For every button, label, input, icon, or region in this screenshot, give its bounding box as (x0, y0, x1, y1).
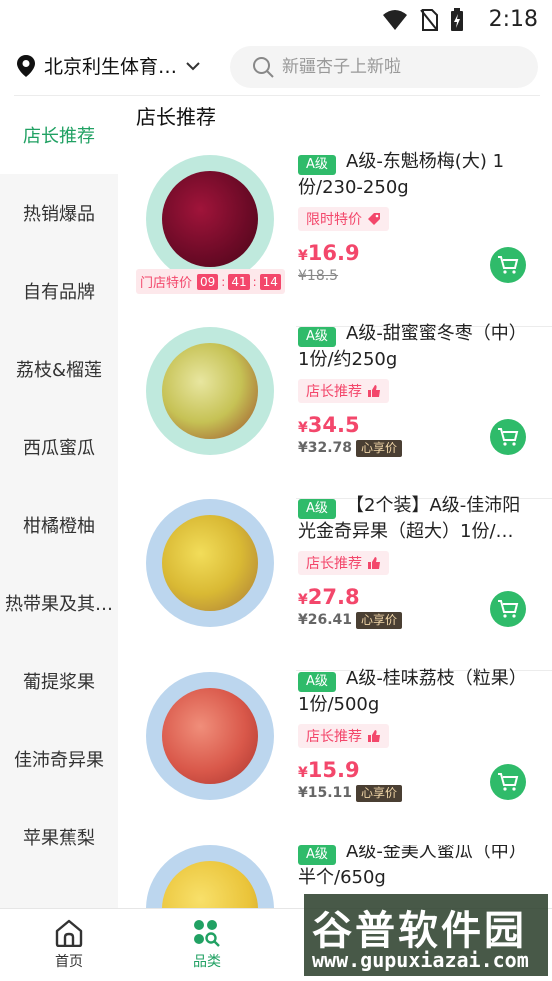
add-to-cart-button[interactable] (490, 419, 526, 455)
status-icons (382, 8, 464, 32)
sidebar-item-grapes-berries[interactable]: 葡提浆果 (0, 642, 118, 720)
promo-tag: 限时特价 (298, 207, 389, 231)
cart-icon (498, 773, 519, 791)
promo-tag-label: 限时特价 (306, 212, 362, 228)
grade-badge: A级 (298, 845, 336, 865)
product-image (146, 499, 274, 627)
flash-sale-label: 门店特价 (140, 276, 193, 291)
nav-category[interactable]: 品类 (138, 919, 276, 971)
promo-tag-label: 店长推荐 (306, 729, 362, 745)
member-price-tag: 心享价 (356, 612, 403, 629)
product-card[interactable]: 【2个装】A级-佳沛阳光金奇异果（超大）1份/… A级 店长推荐 ¥27.8 ¥… (118, 495, 552, 671)
grade-badge: A级 (298, 499, 336, 519)
thumbs-up-icon (368, 557, 380, 569)
sidebar-item-apple-banana-pear[interactable]: 苹果蕉梨 (0, 798, 118, 876)
product-image (146, 155, 274, 283)
add-to-cart-button[interactable] (490, 247, 526, 283)
watermark-overlay: 谷普软件园 www.gupuxiazai.com (304, 894, 548, 976)
countdown-seconds: 14 (259, 273, 281, 290)
member-price: ¥15.11 心享价 (298, 785, 403, 802)
countdown-hours: 09 (197, 273, 219, 290)
price-tag-icon (368, 213, 380, 225)
category-icon (194, 920, 220, 947)
member-price-tag: 心享价 (356, 785, 403, 802)
sidebar-item-kiwi[interactable]: 佳沛奇异果 (0, 720, 118, 798)
search-input[interactable] (282, 57, 512, 77)
no-sim-icon (420, 9, 438, 31)
category-sidebar: 店长推荐 热销爆品 自有品牌 荔枝&榴莲 西瓜蜜瓜 柑橘橙柚 热带果及其… 葡提… (0, 96, 118, 908)
search-icon (253, 57, 274, 78)
thumbs-up-icon (368, 385, 380, 397)
product-image (146, 845, 274, 908)
chevron-down-icon (186, 61, 200, 70)
add-to-cart-button[interactable] (490, 591, 526, 627)
cart-icon (498, 256, 519, 274)
product-image (146, 327, 274, 455)
location-label: 北京利生体育… (44, 56, 178, 78)
sidebar-item-own-brand[interactable]: 自有品牌 (0, 252, 118, 330)
current-price: ¥34.5 (298, 413, 360, 437)
promo-tag: 店长推荐 (298, 551, 389, 575)
status-bar: 2:18 (0, 0, 552, 38)
member-price: ¥32.78 心享价 (298, 440, 403, 457)
grade-badge: A级 (298, 155, 336, 175)
section-title: 店长推荐 (136, 105, 216, 129)
location-pin-icon (17, 54, 35, 77)
watermark-url: www.gupuxiazai.com (312, 948, 529, 972)
sidebar-item-melons[interactable]: 西瓜蜜瓜 (0, 408, 118, 486)
sidebar-item-citrus[interactable]: 柑橘橙柚 (0, 486, 118, 564)
product-image (146, 672, 274, 800)
location-selector[interactable]: 北京利生体育… (16, 52, 201, 79)
battery-icon (451, 8, 463, 31)
cart-icon (498, 600, 519, 618)
grade-badge: A级 (298, 672, 336, 692)
member-price-tag: 心享价 (356, 440, 403, 457)
nav-home[interactable]: 首页 (0, 919, 138, 971)
add-to-cart-button[interactable] (490, 764, 526, 800)
current-price: ¥16.9 (298, 241, 360, 265)
home-icon (55, 919, 83, 947)
nav-home-label: 首页 (55, 954, 83, 970)
sidebar-item-hot-sellers[interactable]: 热销爆品 (0, 174, 118, 252)
search-bar[interactable] (230, 46, 538, 88)
current-price: ¥27.8 (298, 585, 360, 609)
sidebar-item-lychee-durian[interactable]: 荔枝&榴莲 (0, 330, 118, 408)
product-card[interactable]: A级-甜蜜蜜冬枣（中）1份/约250g A级 店长推荐 ¥34.5 ¥32.78… (118, 323, 552, 499)
grade-badge: A级 (298, 327, 336, 347)
original-price: ¥18.5 (298, 268, 339, 284)
header: 北京利生体育… (0, 38, 552, 96)
flash-sale-countdown: 门店特价 09 : 41 : 14 (136, 269, 285, 294)
promo-tag: 店长推荐 (298, 724, 389, 748)
wifi-icon (383, 10, 407, 30)
sidebar-item-manager-picks[interactable]: 店长推荐 (0, 96, 118, 174)
countdown-minutes: 41 (228, 273, 250, 290)
thumbs-up-icon (368, 730, 380, 742)
promo-tag-label: 店长推荐 (306, 384, 362, 400)
product-card[interactable]: A级-桂味荔枝（粒果）1份/500g A级 店长推荐 ¥15.9 ¥15.11 心… (118, 668, 552, 844)
current-price: ¥15.9 (298, 758, 360, 782)
sidebar-item-tropical[interactable]: 热带果及其… (0, 564, 118, 642)
promo-tag: 店长推荐 (298, 379, 389, 403)
member-price: ¥26.41 心享价 (298, 612, 403, 629)
cart-icon (498, 428, 519, 446)
product-card[interactable]: 门店特价 09 : 41 : 14 A级-东魁杨梅(大) 1份/230-250g… (118, 151, 552, 327)
clock: 2:18 (488, 7, 538, 32)
promo-tag-label: 店长推荐 (306, 556, 362, 572)
nav-category-label: 品类 (193, 954, 221, 970)
